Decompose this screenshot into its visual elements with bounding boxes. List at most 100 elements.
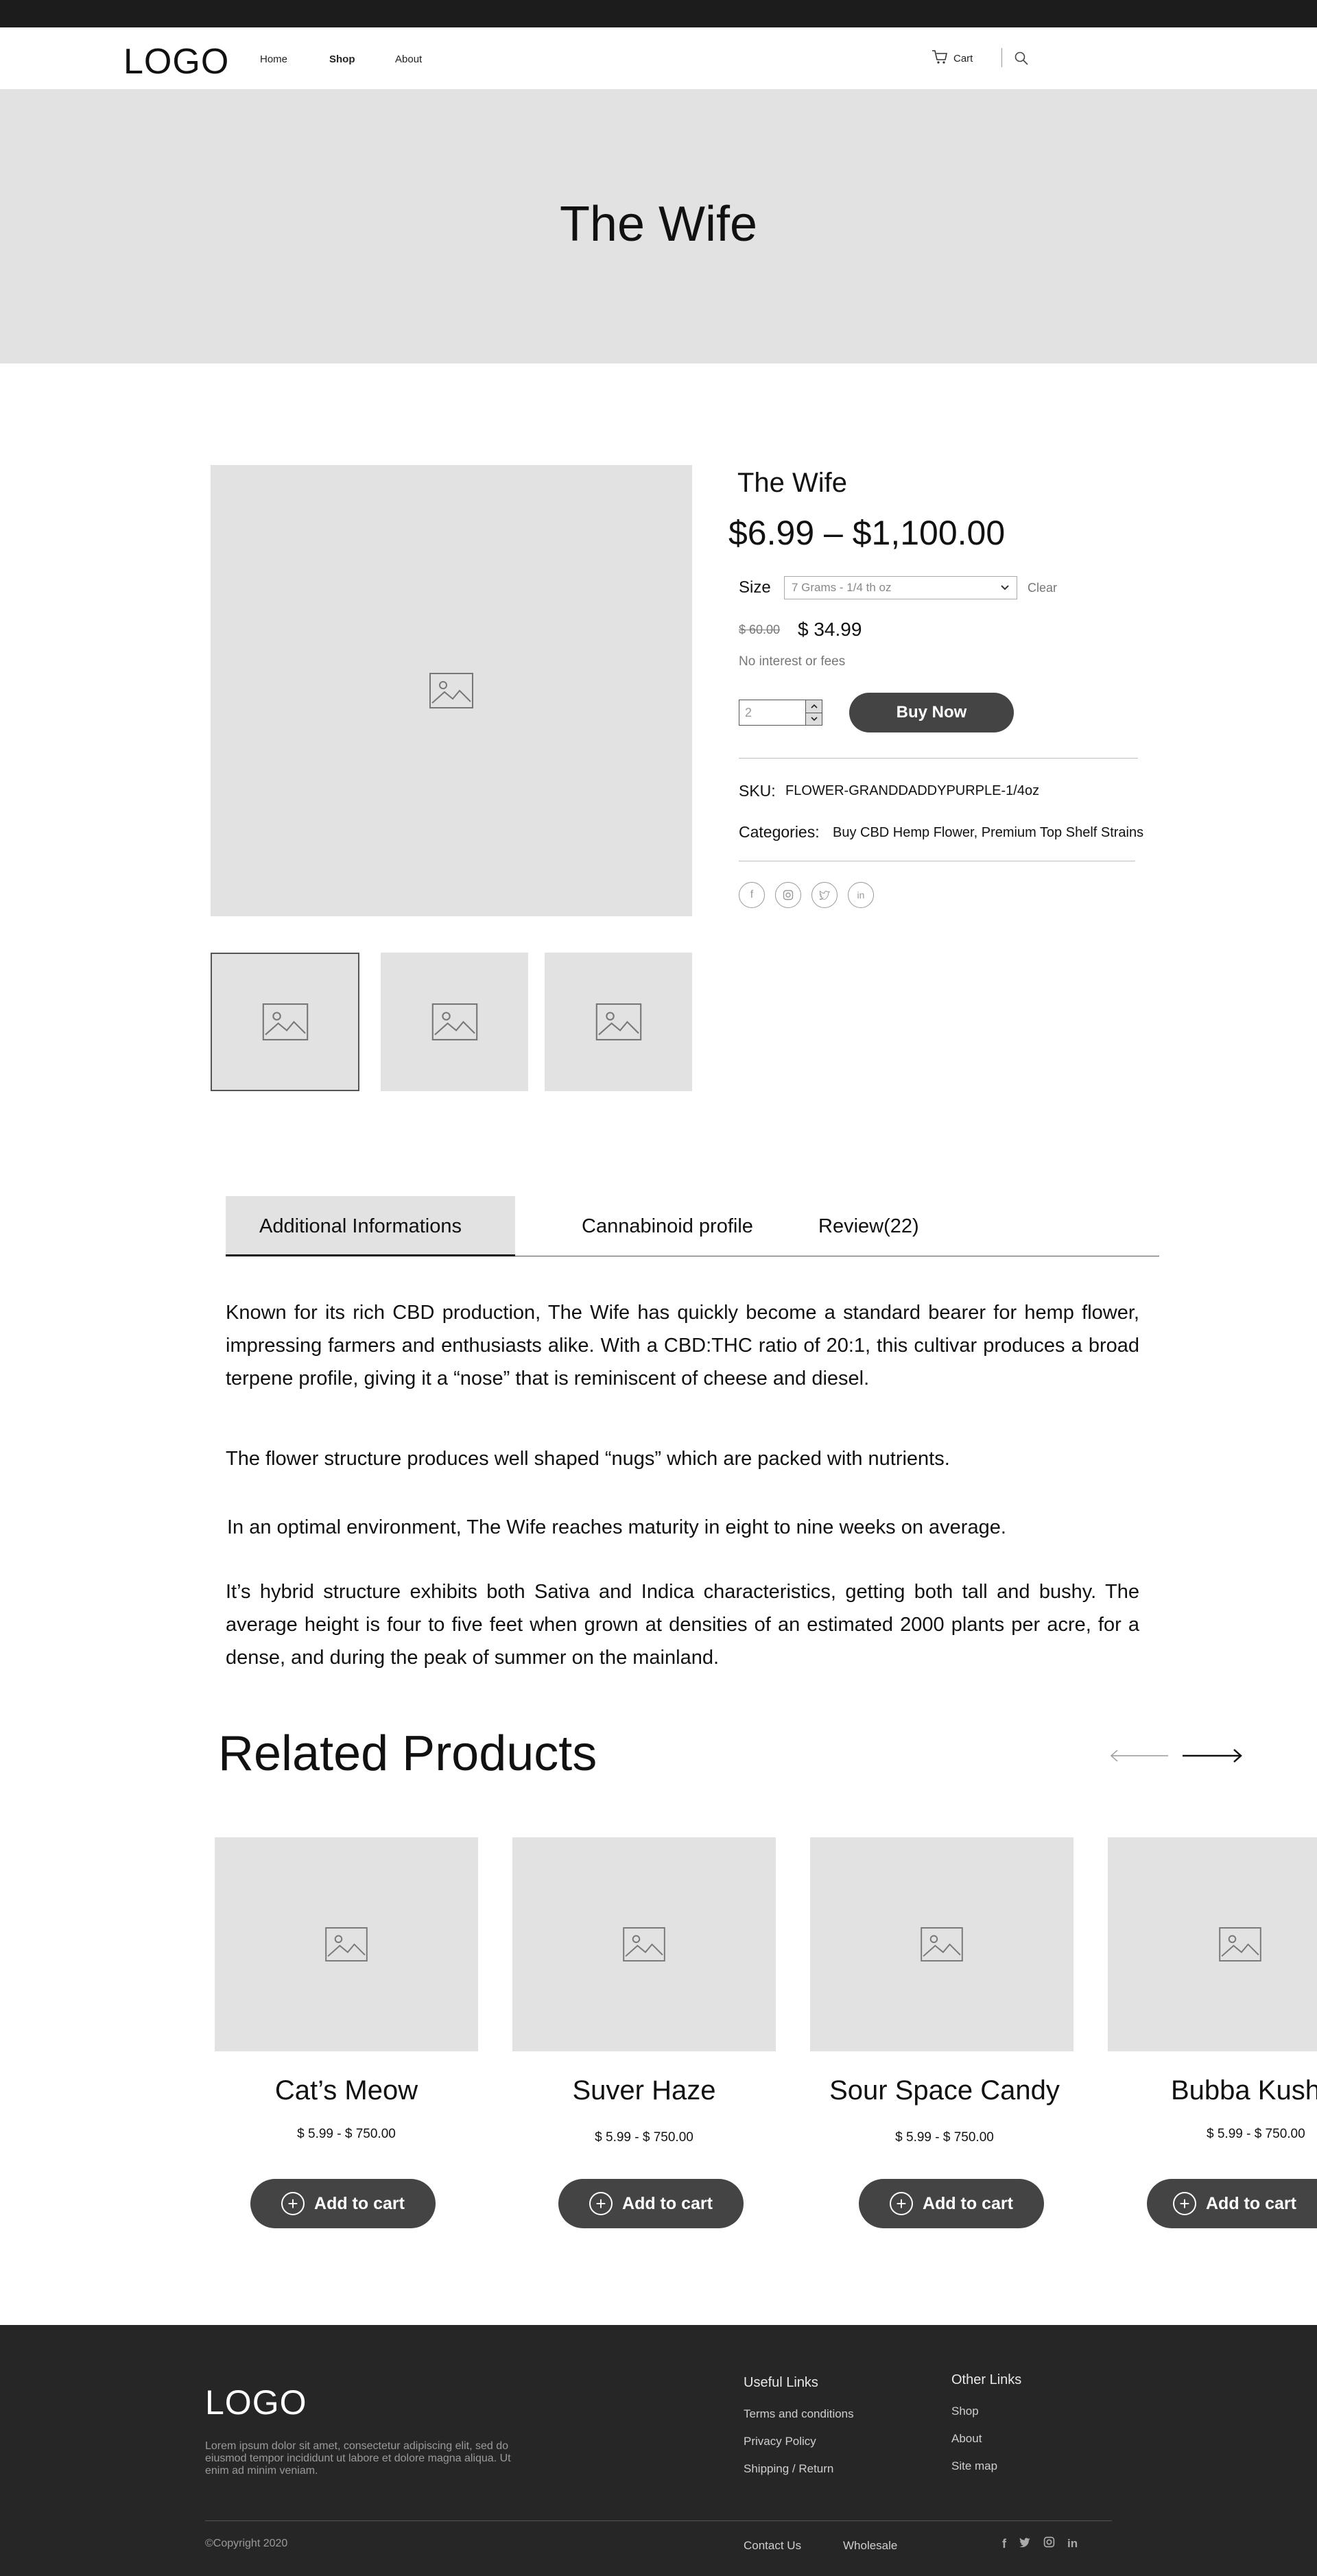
linkedin-icon[interactable]: in [1067,2537,1078,2551]
product-description: The flower structure produces well shape… [226,1442,1139,1475]
chevron-up-icon[interactable] [806,700,822,713]
cart-label: Cart [953,53,973,64]
add-to-cart-button[interactable]: + Add to cart [1147,2179,1317,2228]
related-product-image[interactable] [1108,1837,1317,2051]
related-product-image[interactable] [810,1837,1073,2051]
site-footer: LOGO Lorem ipsum dolor sit amet, consect… [0,2325,1317,2576]
product-description: It’s hybrid structure exhibits both Sati… [226,1575,1139,1674]
quantity-arrows[interactable] [805,700,822,725]
quantity-value: 2 [745,705,752,719]
sale-price: $ 34.99 [798,619,862,640]
related-product-price: $ 5.99 - $ 750.00 [297,2127,396,2141]
footer-link-terms[interactable]: Terms and conditions [744,2407,854,2421]
search-icon[interactable] [1014,51,1029,69]
footer-logo[interactable]: LOGO [205,2383,307,2422]
image-placeholder-icon [429,673,473,708]
add-to-cart-label: Add to cart [622,2193,713,2213]
plus-circle-icon: + [890,2192,914,2215]
size-label: Size [739,578,771,597]
plus-circle-icon: + [281,2192,305,2215]
description-paragraph: In an optimal environment, The Wife reac… [227,1516,1006,1538]
arrow-right-icon[interactable] [1181,1748,1243,1767]
arrow-left-icon[interactable] [1109,1748,1170,1767]
footer-divider [205,2520,1112,2521]
top-strip [0,0,1317,27]
footer-link-contact[interactable]: Contact Us [744,2539,801,2553]
twitter-icon[interactable] [1019,2537,1031,2551]
product-price-range: $6.99 – $1,100.00 [728,514,1006,552]
cart-link[interactable]: Cart [932,49,973,68]
add-to-cart-button[interactable]: + Add to cart [859,2179,1044,2228]
description-paragraph: Known for its rich CBD production, The W… [226,1302,1139,1390]
image-placeholder-icon [921,1927,963,1961]
nav-shop[interactable]: Shop [329,53,355,65]
other-links-heading: Other Links [951,2372,1022,2387]
info-divider [739,758,1138,759]
product-description: Known for its rich CBD production, The W… [226,1296,1139,1395]
related-product-image[interactable] [215,1837,478,2051]
sku-label: SKU: [739,782,776,800]
related-product-name[interactable]: Bubba Kush [1171,2075,1317,2106]
header-logo[interactable]: LOGO [123,41,229,82]
image-placeholder-icon [1219,1927,1261,1961]
add-to-cart-label: Add to cart [1206,2193,1296,2213]
tab-additional-informations[interactable]: Additional Informations [259,1196,462,1256]
related-product-name[interactable]: Suver Haze [512,2075,776,2106]
clear-link[interactable]: Clear [1028,581,1057,595]
add-to-cart-button[interactable]: + Add to cart [250,2179,436,2228]
active-tab-indicator [226,1254,515,1256]
related-product-price: $ 5.99 - $ 750.00 [595,2130,693,2145]
tab-cannabinoid-profile[interactable]: Cannabinoid profile [582,1196,753,1256]
image-placeholder-icon [261,1003,309,1040]
buy-now-button[interactable]: Buy Now [849,693,1014,732]
quantity-stepper[interactable]: 2 [739,700,822,726]
size-selected-value: 7 Grams - 1/4 th oz [792,581,892,594]
chevron-down-icon[interactable] [806,713,822,726]
product-thumbnail[interactable] [211,953,359,1091]
footer-social-icons: f in [1002,2536,1078,2551]
footer-link-privacy[interactable]: Privacy Policy [744,2435,816,2448]
description-paragraph: It’s hybrid structure exhibits both Sati… [226,1581,1139,1669]
related-product-price: $ 5.99 - $ 750.00 [1207,2127,1305,2141]
add-to-cart-button[interactable]: + Add to cart [558,2179,744,2228]
cart-icon [932,49,948,68]
nav-home[interactable]: Home [260,53,287,65]
image-placeholder-icon [325,1927,368,1961]
product-description: In an optimal environment, The Wife reac… [227,1511,1141,1544]
related-product-image[interactable] [512,1837,776,2051]
product-share-icons: f in [739,882,874,908]
tab-reviews[interactable]: Review(22) [818,1196,919,1256]
sku-value: FLOWER-GRANDDADDYPURPLE-1/4oz [785,783,1040,798]
instagram-icon[interactable] [775,882,801,908]
nav-about[interactable]: About [395,53,422,65]
twitter-icon[interactable] [811,882,838,908]
product-thumbnail[interactable] [381,953,528,1091]
related-product-price: $ 5.99 - $ 750.00 [895,2130,994,2145]
product-thumbnail[interactable] [545,953,692,1091]
copyright: ©Copyright 2020 [205,2538,288,2549]
categories-value[interactable]: Buy CBD Hemp Flower, Premium Top Shelf S… [833,825,1143,841]
footer-link-wholesale[interactable]: Wholesale [843,2539,897,2553]
related-product-name[interactable]: Cat’s Meow [215,2075,478,2106]
linkedin-icon[interactable]: in [848,882,874,908]
interest-note: No interest or fees [739,654,846,669]
related-product-name[interactable]: Sour Space Candy [810,2075,1079,2106]
footer-about-text: Lorem ipsum dolor sit amet, consectetur … [205,2440,511,2477]
product-name: The Wife [737,468,848,498]
useful-links-heading: Useful Links [744,2375,818,2390]
image-placeholder-icon [431,1003,479,1040]
categories-label: Categories: [739,823,820,841]
instagram-icon[interactable] [1043,2536,1055,2551]
size-select[interactable]: 7 Grams - 1/4 th oz [784,576,1017,599]
hero-title: The Wife [559,197,758,252]
chevron-down-icon [1000,581,1010,595]
footer-link-about[interactable]: About [951,2432,982,2446]
footer-link-shop[interactable]: Shop [951,2405,979,2418]
footer-link-sitemap[interactable]: Site map [951,2459,997,2473]
footer-link-shipping[interactable]: Shipping / Return [744,2462,833,2476]
add-to-cart-label: Add to cart [314,2193,405,2213]
plus-circle-icon: + [1173,2192,1196,2215]
facebook-icon[interactable]: f [1002,2537,1006,2551]
add-to-cart-label: Add to cart [923,2193,1013,2213]
facebook-icon[interactable]: f [739,882,765,908]
